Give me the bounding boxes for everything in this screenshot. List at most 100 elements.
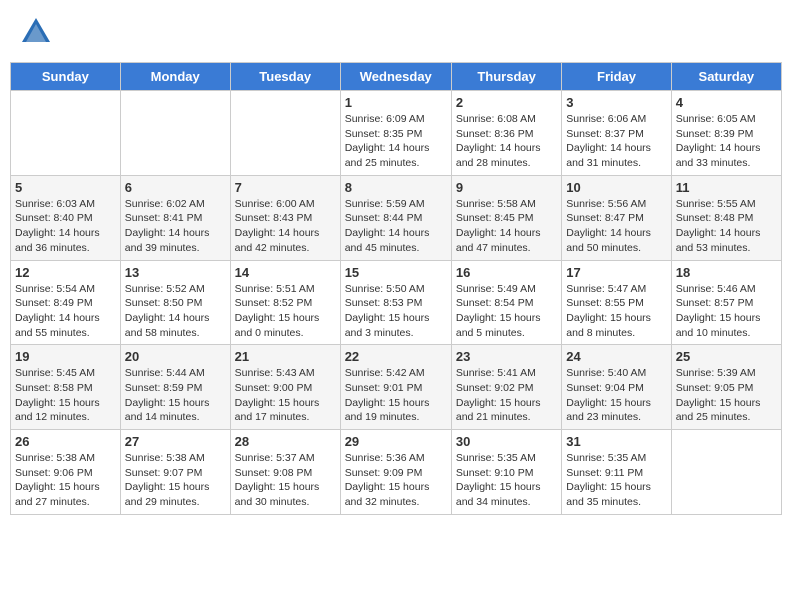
day-number: 1 — [345, 95, 447, 110]
calendar-cell: 29 Sunrise: 5:36 AM Sunset: 9:09 PM Dayli… — [340, 430, 451, 515]
calendar-cell: 12 Sunrise: 5:54 AM Sunset: 8:49 PM Dayli… — [11, 260, 121, 345]
day-number: 20 — [125, 349, 226, 364]
day-number: 11 — [676, 180, 777, 195]
calendar-cell — [120, 91, 230, 176]
calendar-cell: 25 Sunrise: 5:39 AM Sunset: 9:05 PM Dayli… — [671, 345, 781, 430]
day-info: Sunrise: 5:56 AM Sunset: 8:47 PM Dayligh… — [566, 197, 666, 256]
day-number: 30 — [456, 434, 557, 449]
day-number: 28 — [235, 434, 336, 449]
calendar-header-row: SundayMondayTuesdayWednesdayThursdayFrid… — [11, 63, 782, 91]
day-number: 19 — [15, 349, 116, 364]
day-number: 8 — [345, 180, 447, 195]
calendar-cell — [230, 91, 340, 176]
day-info: Sunrise: 5:36 AM Sunset: 9:09 PM Dayligh… — [345, 451, 447, 510]
calendar-day-header: Sunday — [11, 63, 121, 91]
day-info: Sunrise: 6:06 AM Sunset: 8:37 PM Dayligh… — [566, 112, 666, 171]
calendar-cell: 4Sunrise: 6:05 AM Sunset: 8:39 PM Daylig… — [671, 91, 781, 176]
day-info: Sunrise: 5:52 AM Sunset: 8:50 PM Dayligh… — [125, 282, 226, 341]
day-number: 23 — [456, 349, 557, 364]
day-number: 27 — [125, 434, 226, 449]
day-info: Sunrise: 5:51 AM Sunset: 8:52 PM Dayligh… — [235, 282, 336, 341]
day-number: 29 — [345, 434, 447, 449]
calendar-cell: 17 Sunrise: 5:47 AM Sunset: 8:55 PM Dayli… — [562, 260, 671, 345]
calendar-cell: 21 Sunrise: 5:43 AM Sunset: 9:00 PM Dayli… — [230, 345, 340, 430]
calendar-cell: 10 Sunrise: 5:56 AM Sunset: 8:47 PM Dayli… — [562, 175, 671, 260]
calendar-cell: 11 Sunrise: 5:55 AM Sunset: 8:48 PM Dayli… — [671, 175, 781, 260]
calendar-cell: 14Sunrise: 5:51 AM Sunset: 8:52 PM Dayli… — [230, 260, 340, 345]
day-info: Sunrise: 5:41 AM Sunset: 9:02 PM Dayligh… — [456, 366, 557, 425]
day-number: 24 — [566, 349, 666, 364]
day-number: 5 — [15, 180, 116, 195]
day-number: 16 — [456, 265, 557, 280]
day-number: 3 — [566, 95, 666, 110]
calendar-cell: 16 Sunrise: 5:49 AM Sunset: 8:54 PM Dayli… — [451, 260, 561, 345]
calendar-cell: 5Sunrise: 6:03 AM Sunset: 8:40 PM Daylig… — [11, 175, 121, 260]
day-info: Sunrise: 5:55 AM Sunset: 8:48 PM Dayligh… — [676, 197, 777, 256]
day-number: 6 — [125, 180, 226, 195]
day-number: 25 — [676, 349, 777, 364]
day-info: Sunrise: 5:46 AM Sunset: 8:57 PM Dayligh… — [676, 282, 777, 341]
day-number: 15 — [345, 265, 447, 280]
day-number: 21 — [235, 349, 336, 364]
calendar-cell: 8 Sunrise: 5:59 AM Sunset: 8:44 PM Daylig… — [340, 175, 451, 260]
day-number: 22 — [345, 349, 447, 364]
day-info: Sunrise: 6:00 AM Sunset: 8:43 PM Dayligh… — [235, 197, 336, 256]
calendar-cell: 24Sunrise: 5:40 AM Sunset: 9:04 PM Dayli… — [562, 345, 671, 430]
calendar-cell: 7Sunrise: 6:00 AM Sunset: 8:43 PM Daylig… — [230, 175, 340, 260]
calendar-cell: 6 Sunrise: 6:02 AM Sunset: 8:41 PM Daylig… — [120, 175, 230, 260]
calendar-cell: 19Sunrise: 5:45 AM Sunset: 8:58 PM Dayli… — [11, 345, 121, 430]
day-info: Sunrise: 6:09 AM Sunset: 8:35 PM Dayligh… — [345, 112, 447, 171]
calendar-day-header: Saturday — [671, 63, 781, 91]
calendar-week-row: 5Sunrise: 6:03 AM Sunset: 8:40 PM Daylig… — [11, 175, 782, 260]
calendar-day-header: Monday — [120, 63, 230, 91]
day-info: Sunrise: 5:44 AM Sunset: 8:59 PM Dayligh… — [125, 366, 226, 425]
calendar-cell: 26 Sunrise: 5:38 AM Sunset: 9:06 PM Dayli… — [11, 430, 121, 515]
calendar-cell: 23 Sunrise: 5:41 AM Sunset: 9:02 PM Dayli… — [451, 345, 561, 430]
day-info: Sunrise: 5:42 AM Sunset: 9:01 PM Dayligh… — [345, 366, 447, 425]
calendar-week-row: 12 Sunrise: 5:54 AM Sunset: 8:49 PM Dayli… — [11, 260, 782, 345]
day-info: Sunrise: 5:39 AM Sunset: 9:05 PM Dayligh… — [676, 366, 777, 425]
calendar-cell: 28 Sunrise: 5:37 AM Sunset: 9:08 PM Dayli… — [230, 430, 340, 515]
day-info: Sunrise: 5:38 AM Sunset: 9:06 PM Dayligh… — [15, 451, 116, 510]
day-info: Sunrise: 5:54 AM Sunset: 8:49 PM Dayligh… — [15, 282, 116, 341]
day-number: 10 — [566, 180, 666, 195]
day-info: Sunrise: 5:37 AM Sunset: 9:08 PM Dayligh… — [235, 451, 336, 510]
calendar-cell: 3 Sunrise: 6:06 AM Sunset: 8:37 PM Daylig… — [562, 91, 671, 176]
logo — [18, 14, 58, 50]
calendar-week-row: 19Sunrise: 5:45 AM Sunset: 8:58 PM Dayli… — [11, 345, 782, 430]
day-number: 26 — [15, 434, 116, 449]
day-info: Sunrise: 6:08 AM Sunset: 8:36 PM Dayligh… — [456, 112, 557, 171]
calendar-cell: 31 Sunrise: 5:35 AM Sunset: 9:11 PM Dayli… — [562, 430, 671, 515]
day-number: 31 — [566, 434, 666, 449]
calendar-cell: 2 Sunrise: 6:08 AM Sunset: 8:36 PM Daylig… — [451, 91, 561, 176]
calendar-day-header: Thursday — [451, 63, 561, 91]
day-number: 18 — [676, 265, 777, 280]
day-info: Sunrise: 5:49 AM Sunset: 8:54 PM Dayligh… — [456, 282, 557, 341]
day-number: 2 — [456, 95, 557, 110]
day-info: Sunrise: 6:02 AM Sunset: 8:41 PM Dayligh… — [125, 197, 226, 256]
day-number: 12 — [15, 265, 116, 280]
calendar-cell: 1 Sunrise: 6:09 AM Sunset: 8:35 PM Daylig… — [340, 91, 451, 176]
calendar-week-row: 1 Sunrise: 6:09 AM Sunset: 8:35 PM Daylig… — [11, 91, 782, 176]
calendar-cell: 30 Sunrise: 5:35 AM Sunset: 9:10 PM Dayli… — [451, 430, 561, 515]
calendar-cell — [11, 91, 121, 176]
day-info: Sunrise: 5:43 AM Sunset: 9:00 PM Dayligh… — [235, 366, 336, 425]
calendar-cell: 9 Sunrise: 5:58 AM Sunset: 8:45 PM Daylig… — [451, 175, 561, 260]
day-number: 17 — [566, 265, 666, 280]
day-info: Sunrise: 5:47 AM Sunset: 8:55 PM Dayligh… — [566, 282, 666, 341]
calendar-week-row: 26 Sunrise: 5:38 AM Sunset: 9:06 PM Dayli… — [11, 430, 782, 515]
calendar-cell — [671, 430, 781, 515]
day-info: Sunrise: 5:38 AM Sunset: 9:07 PM Dayligh… — [125, 451, 226, 510]
calendar-cell: 15 Sunrise: 5:50 AM Sunset: 8:53 PM Dayli… — [340, 260, 451, 345]
calendar-cell: 27 Sunrise: 5:38 AM Sunset: 9:07 PM Dayli… — [120, 430, 230, 515]
day-info: Sunrise: 5:59 AM Sunset: 8:44 PM Dayligh… — [345, 197, 447, 256]
page-header — [10, 10, 782, 54]
calendar-cell: 20 Sunrise: 5:44 AM Sunset: 8:59 PM Dayli… — [120, 345, 230, 430]
day-info: Sunrise: 5:35 AM Sunset: 9:11 PM Dayligh… — [566, 451, 666, 510]
day-info: Sunrise: 5:50 AM Sunset: 8:53 PM Dayligh… — [345, 282, 447, 341]
calendar-cell: 18 Sunrise: 5:46 AM Sunset: 8:57 PM Dayli… — [671, 260, 781, 345]
day-number: 9 — [456, 180, 557, 195]
day-info: Sunrise: 5:58 AM Sunset: 8:45 PM Dayligh… — [456, 197, 557, 256]
calendar-day-header: Tuesday — [230, 63, 340, 91]
day-info: Sunrise: 5:35 AM Sunset: 9:10 PM Dayligh… — [456, 451, 557, 510]
